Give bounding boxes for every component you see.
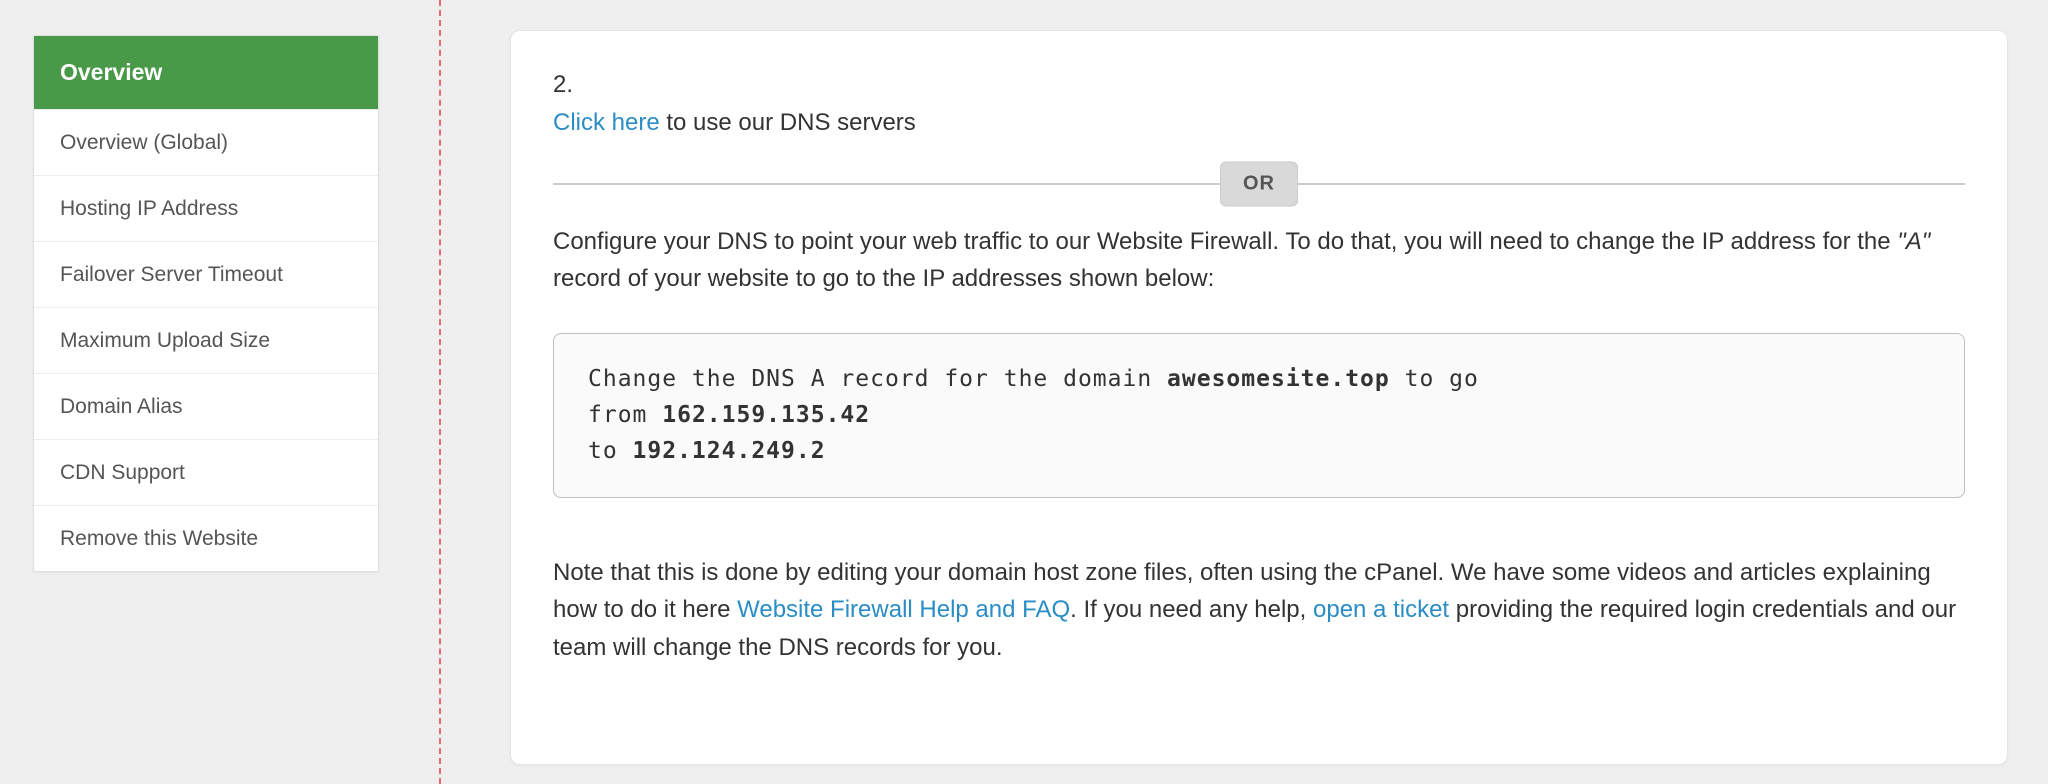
sidebar-item-overview-global[interactable]: Overview (Global) bbox=[34, 110, 378, 176]
sidebar-item-label: Remove this Website bbox=[60, 527, 258, 550]
code-line-3: to 192.124.249.2 bbox=[588, 434, 1930, 470]
sidebar-item-label: Failover Server Timeout bbox=[60, 263, 283, 286]
open-ticket-link[interactable]: open a ticket bbox=[1313, 596, 1449, 623]
sidebar-item-label: Domain Alias bbox=[60, 395, 183, 418]
sidebar-item-label: CDN Support bbox=[60, 461, 185, 484]
sidebar-item-overview[interactable]: Overview bbox=[34, 36, 378, 110]
sidebar-item-label: Maximum Upload Size bbox=[60, 329, 270, 352]
vertical-dashed-divider bbox=[439, 0, 441, 784]
text: to bbox=[588, 438, 633, 464]
code-line-2: from 162.159.135.42 bbox=[588, 398, 1930, 434]
sidebar-item-label: Overview (Global) bbox=[60, 131, 228, 154]
dns-instruction-paragraph: Configure your DNS to point your web tra… bbox=[553, 223, 1965, 297]
a-record-italic: "A" bbox=[1897, 228, 1930, 255]
text: from bbox=[588, 402, 662, 428]
sidebar-item-domain-alias[interactable]: Domain Alias bbox=[34, 374, 378, 440]
or-divider: OR bbox=[553, 183, 1965, 185]
sidebar-item-cdn-support[interactable]: CDN Support bbox=[34, 440, 378, 506]
click-here-link[interactable]: Click here bbox=[553, 109, 660, 136]
code-line-1: Change the DNS A record for the domain a… bbox=[588, 362, 1930, 398]
text: to go bbox=[1390, 366, 1479, 392]
help-faq-link[interactable]: Website Firewall Help and FAQ bbox=[737, 596, 1070, 623]
domain-name: awesomesite.top bbox=[1167, 366, 1390, 392]
step-number: 2. bbox=[553, 71, 1965, 99]
settings-sidebar: Overview Overview (Global) Hosting IP Ad… bbox=[33, 35, 379, 572]
click-here-rest: to use our DNS servers bbox=[660, 109, 916, 136]
text: Configure your DNS to point your web tra… bbox=[553, 228, 1897, 255]
to-ip: 192.124.249.2 bbox=[633, 438, 826, 464]
instructions-card: 2. Click here to use our DNS servers OR … bbox=[510, 30, 2008, 765]
text: Change the DNS A record for the domain bbox=[588, 366, 1167, 392]
dns-record-codebox: Change the DNS A record for the domain a… bbox=[553, 333, 1965, 498]
from-ip: 162.159.135.42 bbox=[662, 402, 870, 428]
sidebar-item-label: Hosting IP Address bbox=[60, 197, 238, 220]
sidebar-item-max-upload[interactable]: Maximum Upload Size bbox=[34, 308, 378, 374]
text: . If you need any help, bbox=[1070, 596, 1313, 623]
click-here-line: Click here to use our DNS servers bbox=[553, 109, 1965, 137]
sidebar-item-remove-website[interactable]: Remove this Website bbox=[34, 506, 378, 571]
note-paragraph: Note that this is done by editing your d… bbox=[553, 554, 1965, 666]
sidebar-item-failover-timeout[interactable]: Failover Server Timeout bbox=[34, 242, 378, 308]
sidebar-item-hosting-ip[interactable]: Hosting IP Address bbox=[34, 176, 378, 242]
or-pill: OR bbox=[1220, 162, 1298, 207]
sidebar-item-label: Overview bbox=[60, 59, 162, 85]
text: record of your website to go to the IP a… bbox=[553, 265, 1214, 292]
